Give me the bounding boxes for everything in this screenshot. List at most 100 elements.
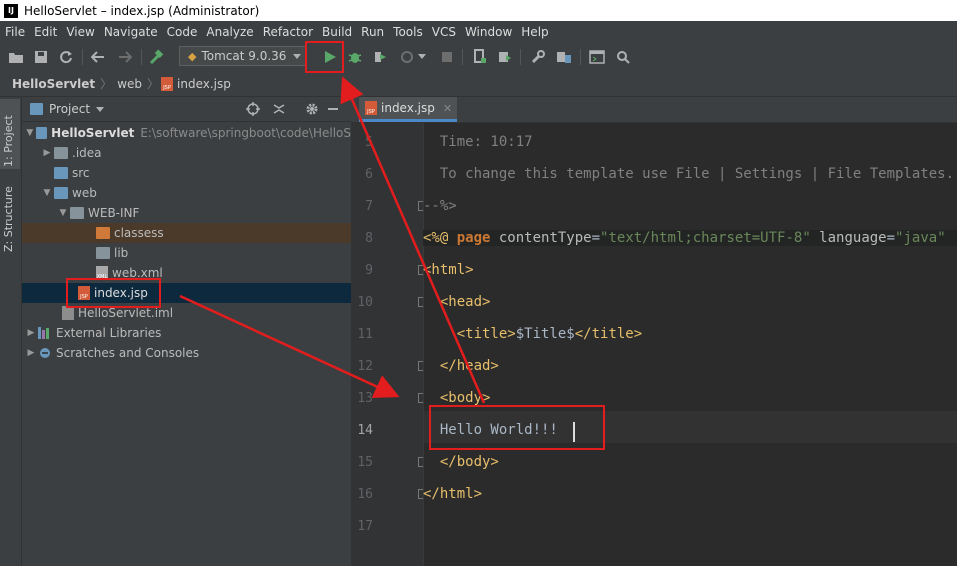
line-number: 8 <box>365 231 373 246</box>
project-view-title[interactable]: Project <box>49 102 90 116</box>
line-number: 6 <box>365 167 373 182</box>
line-number-current: 14 <box>357 423 373 438</box>
code-line-13: <body> <box>423 390 491 406</box>
build-hammer-icon[interactable] <box>148 48 166 66</box>
collapsed-arrow-icon[interactable]: ▶ <box>24 348 38 358</box>
close-icon[interactable]: ✕ <box>443 102 452 115</box>
iml-file-icon <box>62 306 74 320</box>
project-panel: Project ▼ HelloServlet E:\software\sprin… <box>22 97 351 566</box>
tree-item-classess[interactable]: classess <box>22 223 351 243</box>
breadcrumb-web[interactable]: web <box>114 77 145 91</box>
menu-vcs[interactable]: VCS <box>427 25 460 39</box>
jsp-file-icon: JSP <box>365 101 377 115</box>
code-line-11: <title>$Title$</title> <box>423 326 643 342</box>
breadcrumb-separator: 〉 <box>100 77 113 91</box>
tree-item-label: lib <box>114 246 129 260</box>
hide-panel-icon[interactable] <box>328 108 338 110</box>
profile-icon[interactable] <box>398 48 416 66</box>
title-bar: IJ HelloServlet – index.jsp (Administrat… <box>0 0 957 21</box>
menu-refactor[interactable]: Refactor <box>258 25 317 39</box>
debug-bug-icon[interactable] <box>346 48 364 66</box>
web-folder-icon <box>54 187 68 199</box>
breadcrumb-project[interactable]: HelloServlet <box>9 77 98 91</box>
menu-bar: File Edit View Navigate Code Analyze Ref… <box>0 21 957 42</box>
code-editor[interactable]: Time: 10:17 To change this template use … <box>423 123 957 566</box>
code-line-8: <%@ page contentType="text/html;charset=… <box>423 230 957 246</box>
menu-file[interactable]: File <box>0 25 29 39</box>
locate-file-icon[interactable] <box>246 102 260 119</box>
device-icon[interactable] <box>471 48 489 66</box>
tree-item-label: HelloServlet <box>51 126 135 140</box>
back-arrow-icon[interactable] <box>89 48 107 66</box>
folder-icon <box>96 247 110 259</box>
menu-navigate[interactable]: Navigate <box>99 25 162 39</box>
tree-item-lib[interactable]: lib <box>22 243 351 263</box>
line-number: 10 <box>357 295 373 310</box>
project-structure-icon[interactable] <box>555 48 573 66</box>
folder-icon <box>54 147 68 159</box>
search-icon[interactable] <box>614 48 632 66</box>
tree-item-label: WEB-INF <box>88 206 140 220</box>
save-icon[interactable] <box>32 48 50 66</box>
expanded-arrow-icon[interactable]: ▼ <box>40 188 54 198</box>
tree-root-helloservlet[interactable]: ▼ HelloServlet E:\software\springboot\co… <box>22 123 351 143</box>
tree-item-label: .idea <box>72 146 102 160</box>
sync-icon[interactable] <box>57 48 75 66</box>
open-folder-icon[interactable] <box>7 48 25 66</box>
jsp-file-icon: JSP <box>161 76 174 91</box>
tree-item-label: src <box>72 166 90 180</box>
menu-analyze[interactable]: Analyze <box>201 25 257 39</box>
tree-item-web-inf[interactable]: ▼ WEB-INF <box>22 203 351 223</box>
run-configuration-select[interactable]: ◆ Tomcat 9.0.36 <box>179 46 307 66</box>
source-folder-icon <box>54 167 68 179</box>
chevron-down-icon <box>293 49 301 63</box>
menu-tools[interactable]: Tools <box>388 25 427 39</box>
expanded-arrow-icon[interactable]: ▼ <box>56 208 70 218</box>
update-running-icon[interactable] <box>496 48 514 66</box>
main-toolbar <box>0 42 957 72</box>
menu-help[interactable]: Help <box>516 25 552 39</box>
run-coverage-icon[interactable] <box>371 48 389 66</box>
left-tool-strip: 1: Project Z: Structure <box>0 97 22 566</box>
expanded-arrow-icon[interactable]: ▼ <box>24 128 36 138</box>
code-line-7: --%> <box>423 198 457 214</box>
gear-icon[interactable] <box>305 102 319 119</box>
tree-item-label: Scratches and Consoles <box>56 346 200 360</box>
line-number: 11 <box>357 327 373 342</box>
breadcrumb-file[interactable]: index.jsp <box>177 77 234 91</box>
line-number: 7 <box>365 199 373 214</box>
chevron-down-icon[interactable] <box>96 102 105 116</box>
tree-item-web[interactable]: ▼ web <box>22 183 351 203</box>
window-title: HelloServlet – index.jsp (Administrator) <box>24 3 260 18</box>
code-line-12: </head> <box>423 358 499 374</box>
tree-item-idea[interactable]: ▶ .idea <box>22 143 351 163</box>
profile-dropdown-chevron-icon[interactable] <box>416 48 428 66</box>
menu-run[interactable]: Run <box>356 25 388 39</box>
annotation-box-run <box>305 41 344 73</box>
code-line-5: Time: 10:17 <box>423 134 533 150</box>
tree-item-scratches[interactable]: ▶ Scratches and Consoles <box>22 343 351 363</box>
tree-item-label: HelloServlet.iml <box>78 306 174 320</box>
collapsed-arrow-icon[interactable]: ▶ <box>24 328 38 338</box>
menu-edit[interactable]: Edit <box>29 25 61 39</box>
menu-window[interactable]: Window <box>460 25 516 39</box>
menu-code[interactable]: Code <box>162 25 202 39</box>
tree-item-src[interactable]: src <box>22 163 351 183</box>
project-tool-tab[interactable]: 1: Project <box>2 115 15 167</box>
menu-build[interactable]: Build <box>317 25 356 39</box>
tab-index-jsp[interactable]: JSP index.jsp ✕ <box>359 97 457 122</box>
wrench-settings-icon[interactable] <box>529 48 547 66</box>
code-line-9: <html> <box>423 262 474 278</box>
collapsed-arrow-icon[interactable]: ▶ <box>40 148 54 158</box>
terminal-window-icon[interactable] <box>588 48 606 66</box>
forward-arrow-icon[interactable] <box>116 48 134 66</box>
project-view-icon <box>30 103 43 115</box>
menu-view[interactable]: View <box>61 25 98 39</box>
stop-icon[interactable] <box>438 48 456 66</box>
structure-tool-tab[interactable]: Z: Structure <box>2 186 15 252</box>
module-folder-icon <box>35 127 48 139</box>
annotation-box-index-jsp <box>66 278 161 308</box>
collapse-all-icon[interactable] <box>273 102 285 119</box>
tree-item-external-libraries[interactable]: ▶ External Libraries <box>22 323 351 343</box>
line-number: 13 <box>357 391 373 406</box>
